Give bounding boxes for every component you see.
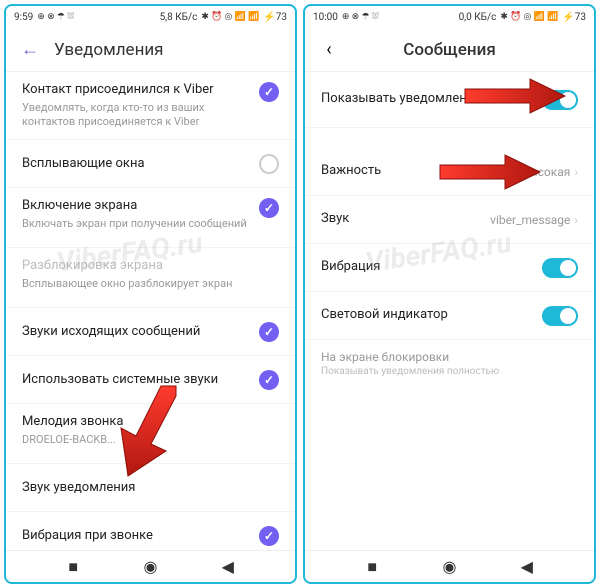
row-ringtone[interactable]: Мелодия звонкаDROELOE-BACKB...	[6, 404, 295, 464]
row-show-notifications[interactable]: Показывать уведомления	[305, 72, 594, 128]
left-screenshot: 9:59 ⊕ ⊗ ☂ ⛆ 5,8 КБ/с ✱ ⏰ ◎ 📶 📶 ⚡73 ← Ув…	[4, 4, 297, 584]
row-outgoing-sounds[interactable]: Звуки исходящих сообщений	[6, 308, 295, 356]
status-icons-right: ✱ ⏰ ◎ 📶 📶	[201, 12, 259, 22]
right-screenshot: 10:00 ⊕ ⊗ ☂ ⛆ 0,0 КБ/с ✱ ⏰ ◎ 📶 📶 ⚡73 ‹ С…	[303, 4, 596, 584]
row-vibration[interactable]: Вибрация	[305, 244, 594, 292]
status-bar: 9:59 ⊕ ⊗ ☂ ⛆ 5,8 КБ/с ✱ ⏰ ◎ 📶 📶 ⚡73	[6, 6, 295, 28]
status-bar: 10:00 ⊕ ⊗ ☂ ⛆ 0,0 КБ/с ✱ ⏰ ◎ 📶 📶 ⚡73	[305, 6, 594, 28]
nav-back[interactable]: ◀	[517, 557, 537, 577]
checkbox-icon[interactable]	[259, 154, 279, 174]
row-importance[interactable]: Важность Высокая ›	[305, 148, 594, 196]
nav-recents[interactable]: ■	[63, 557, 83, 577]
toggle-switch[interactable]	[542, 90, 578, 110]
row-contact-joined[interactable]: Контакт присоединился к ViberУведомлять,…	[6, 72, 295, 140]
nav-bar: ■ ◉ ◀	[6, 550, 295, 582]
status-data: 0,0 КБ/с	[459, 12, 497, 23]
status-data: 5,8 КБ/с	[160, 12, 198, 23]
row-light-indicator[interactable]: Световой индикатор	[305, 292, 594, 340]
checkbox-icon[interactable]	[259, 198, 279, 218]
row-system-sounds[interactable]: Использовать системные звуки	[6, 356, 295, 404]
lockscreen-note[interactable]: На экране блокировки Показывать уведомле…	[305, 340, 594, 387]
status-icons-left: ⊕ ⊗ ☂ ⛆	[37, 12, 74, 22]
header: ‹ Сообщения	[305, 28, 594, 72]
checkbox-icon[interactable]	[259, 82, 279, 102]
page-title: Уведомления	[54, 40, 164, 60]
row-sound[interactable]: Звук viber_message ›	[305, 196, 594, 244]
page-title: Сообщения	[353, 40, 546, 60]
checkbox-icon[interactable]	[259, 526, 279, 546]
status-icons-right: ✱ ⏰ ◎ 📶 📶	[500, 12, 558, 22]
row-vibrate-on-call[interactable]: Вибрация при звонке	[6, 512, 295, 550]
row-notification-sound[interactable]: Звук уведомления	[6, 464, 295, 512]
back-button[interactable]: ‹	[317, 38, 341, 62]
status-time: 10:00	[313, 12, 338, 23]
checkbox-icon[interactable]	[259, 322, 279, 342]
row-screen-on[interactable]: Включение экранаВключать экран при получ…	[6, 188, 295, 248]
status-time: 9:59	[14, 12, 33, 23]
back-button[interactable]: ←	[18, 38, 42, 62]
nav-bar: ■ ◉ ◀	[305, 550, 594, 582]
toggle-switch[interactable]	[542, 306, 578, 326]
nav-home[interactable]: ◉	[440, 557, 460, 577]
chevron-right-icon: ›	[574, 213, 578, 227]
toggle-switch[interactable]	[542, 258, 578, 278]
settings-list: Показывать уведомления Важность Высокая …	[305, 72, 594, 550]
battery-icon: ⚡73	[562, 12, 586, 23]
nav-recents[interactable]: ■	[362, 557, 382, 577]
nav-back[interactable]: ◀	[218, 557, 238, 577]
chevron-right-icon: ›	[574, 165, 578, 179]
nav-home[interactable]: ◉	[141, 557, 161, 577]
checkbox-icon[interactable]	[259, 370, 279, 390]
settings-list: Контакт присоединился к ViberУведомлять,…	[6, 72, 295, 550]
status-icons-left: ⊕ ⊗ ☂ ⛆	[342, 12, 379, 22]
battery-icon: ⚡73	[263, 12, 287, 23]
row-popup-windows[interactable]: Всплывающие окна	[6, 140, 295, 188]
row-unlock-screen: Разблокировка экранаВсплывающее окно раз…	[6, 248, 295, 308]
header: ← Уведомления	[6, 28, 295, 72]
